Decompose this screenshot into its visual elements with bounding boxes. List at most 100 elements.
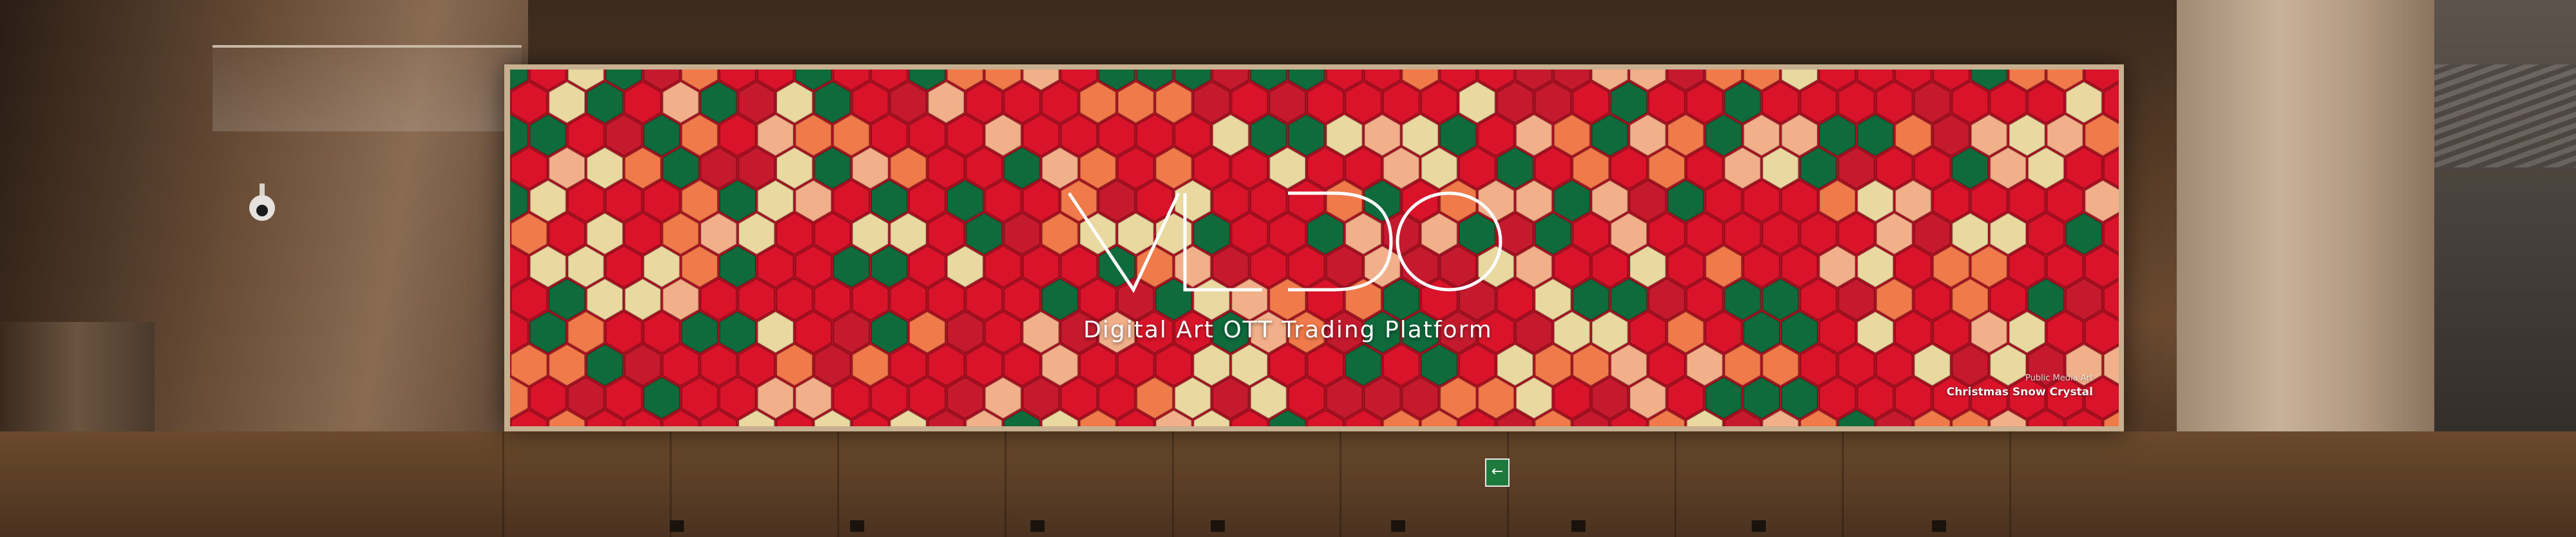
hexagon-tile — [2084, 113, 2119, 157]
hexagon-tile — [2065, 212, 2103, 256]
hexagon-tile — [851, 80, 889, 124]
hexagon-tile — [681, 245, 719, 288]
hexagon-tile — [1913, 80, 1951, 124]
hexagon-tile — [1800, 343, 1837, 387]
hexagon-tile — [1117, 80, 1155, 124]
spot-light — [1932, 520, 1946, 532]
hexagon-tile — [1819, 245, 1856, 288]
hexagon-tile — [1648, 146, 1685, 190]
hexagon-tile — [1648, 278, 1685, 321]
hexagon-tile — [889, 343, 927, 387]
spot-light — [670, 520, 684, 532]
hexagon-tile — [1363, 376, 1401, 420]
hexagon-tile — [510, 278, 548, 321]
hero-banner: Digital Art OTT Trading Platform Public … — [0, 0, 2576, 537]
hexagon-tile — [567, 310, 605, 354]
hexagon-tile — [1781, 179, 1818, 223]
hexagon-tile — [548, 80, 585, 124]
hexagon-tile — [1781, 245, 1818, 288]
hexagon-tile — [776, 146, 813, 190]
hexagon-tile — [795, 310, 832, 354]
hexagon-tile — [776, 212, 813, 256]
hexagon-tile — [927, 80, 965, 124]
hexagon-tile — [1515, 245, 1553, 288]
hexagon-tile — [851, 146, 889, 190]
hexagon-tile — [1648, 343, 1685, 387]
hexagon-tile — [1837, 278, 1875, 321]
hexagon-tile — [1155, 80, 1193, 124]
hexagon-tile — [1421, 80, 1458, 124]
hexagon-tile — [947, 113, 984, 157]
hexagon-tile — [719, 245, 757, 288]
hexagon-tile — [586, 212, 623, 256]
hexagon-tile — [1705, 310, 1743, 354]
hexagon-tile — [1837, 343, 1875, 387]
hexagon-tile — [529, 179, 567, 223]
hexagon-tile — [927, 343, 965, 387]
hexagon-tile — [605, 245, 643, 288]
hexagon-tile — [1231, 343, 1269, 387]
glass-railing — [213, 45, 522, 131]
hexagon-tile — [1022, 376, 1060, 420]
hexagon-tile — [1060, 113, 1098, 157]
hexagon-tile — [1003, 146, 1041, 190]
spot-light — [1752, 520, 1766, 532]
hexagon-tile — [1212, 376, 1249, 420]
hexagon-tile — [1667, 113, 1705, 157]
hexagon-tile — [1857, 113, 1894, 157]
hexagon-tile — [1762, 212, 1799, 256]
hexagon-tile — [2008, 179, 2046, 223]
hexagon-tile — [1629, 113, 1667, 157]
hexagon-tile — [548, 212, 585, 256]
hexagon-tile — [1800, 212, 1837, 256]
hexagon-tile — [927, 278, 965, 321]
hexagon-tile — [1459, 80, 1496, 124]
hexagon-tile — [1989, 146, 2027, 190]
vldo-logo — [1067, 191, 1502, 294]
security-camera-icon — [249, 184, 275, 221]
hexagon-tile — [757, 245, 794, 288]
hexagon-tile — [1193, 80, 1231, 124]
hexagon-tile — [909, 113, 946, 157]
hexagon-tile — [1572, 278, 1610, 321]
hexagon-tile — [2008, 310, 2046, 354]
hexagon-tile — [871, 376, 908, 420]
hexagon-tile — [605, 310, 643, 354]
hexagon-tile — [719, 376, 757, 420]
spot-light — [1211, 520, 1225, 532]
hexagon-tile — [1933, 179, 1970, 223]
hexagon-tile — [1136, 376, 1173, 420]
hexagon-tile — [1022, 179, 1060, 223]
hexagon-tile — [1345, 343, 1382, 387]
hexagon-tile — [529, 310, 567, 354]
hexagon-tile — [1459, 343, 1496, 387]
spot-light — [1391, 520, 1405, 532]
hexagon-tile — [965, 343, 1003, 387]
hexagon-tile — [1610, 212, 1647, 256]
hexagon-tile — [1174, 113, 1211, 157]
hexagon-tile — [1686, 80, 1723, 124]
hexagon-tile — [1325, 376, 1363, 420]
hexagon-tile — [1515, 179, 1553, 223]
hexagon-tile — [1875, 212, 1913, 256]
hexagon-tile — [567, 113, 605, 157]
hexagon-tile — [1401, 113, 1439, 157]
hexagon-tile — [1383, 343, 1420, 387]
hexagon-tile — [1098, 113, 1135, 157]
hexagon-tile — [1003, 343, 1041, 387]
hexagon-tile — [700, 80, 737, 124]
hexagon-tile — [1288, 376, 1325, 420]
hexagon-tile — [662, 80, 699, 124]
hexagon-tile — [1667, 179, 1705, 223]
hexagon-tile — [1705, 179, 1743, 223]
hexagon-tile — [1913, 146, 1951, 190]
hexagon-tile — [1819, 310, 1856, 354]
hexagon-tile — [889, 212, 927, 256]
hexagon-tile — [662, 343, 699, 387]
hexagon-tile — [567, 245, 605, 288]
hexagon-tile — [2084, 310, 2119, 354]
hexagon-tile — [1269, 343, 1306, 387]
hexagon-tile — [624, 212, 661, 256]
hexagon-tile — [510, 146, 548, 190]
hexagon-tile — [1895, 310, 1932, 354]
